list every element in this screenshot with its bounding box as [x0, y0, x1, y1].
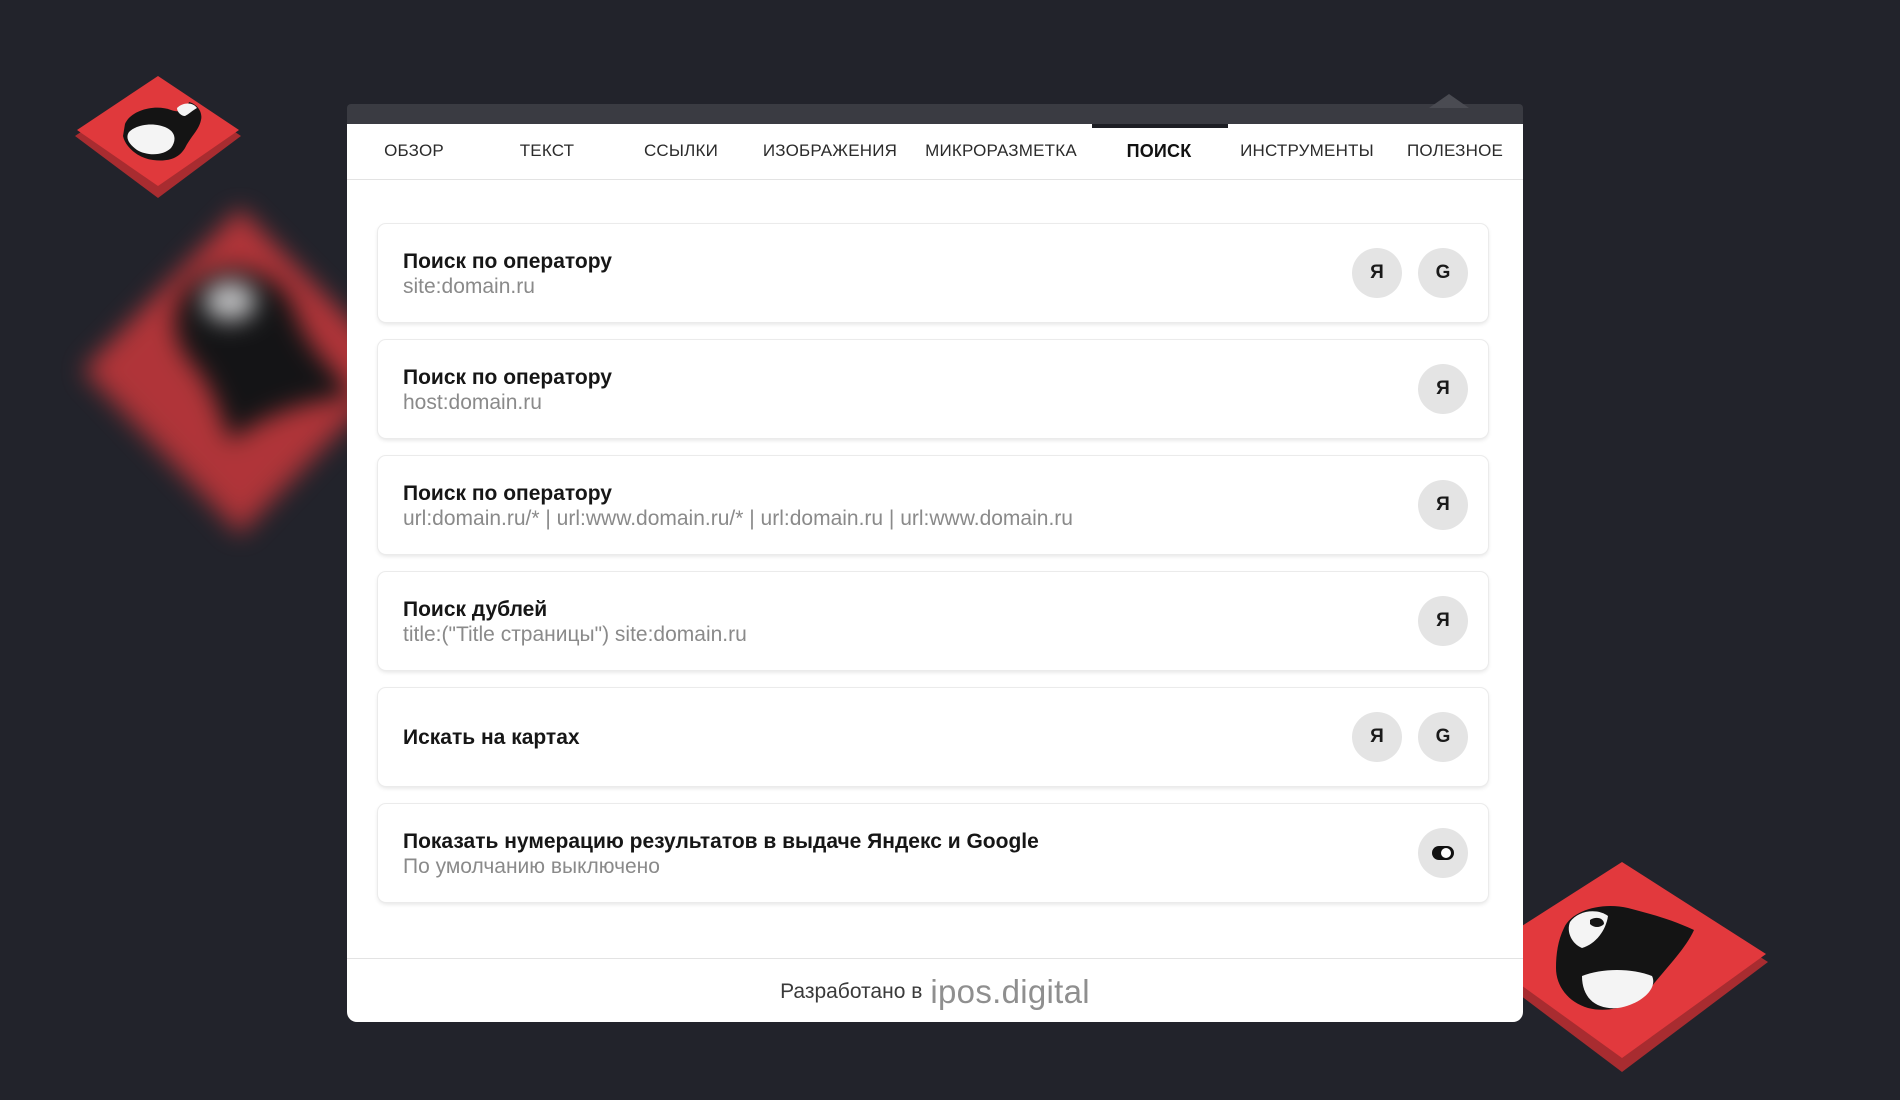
tab-images[interactable]: ИЗОБРАЖЕНИЯ	[763, 124, 897, 179]
card-title: Поиск по оператору	[403, 482, 612, 505]
card-query: url:domain.ru/* | url:www.domain.ru/* | …	[403, 507, 1073, 530]
card-title: Поиск дублей	[403, 598, 548, 621]
card-title: Поиск по оператору	[403, 250, 612, 273]
result-numbering-toggle-button[interactable]	[1418, 828, 1468, 878]
card-title: Поиск по оператору	[403, 366, 612, 389]
card-query: site:domain.ru	[403, 275, 535, 298]
google-search-button[interactable]: G	[1418, 248, 1468, 298]
popup-top-bar	[347, 104, 1523, 124]
tab-text[interactable]: ТЕКСТ	[520, 124, 575, 179]
result-numbering-card: Показать нумерацию результатов в выдаче …	[378, 804, 1488, 902]
card-title: Искать на картах	[403, 726, 580, 749]
footer-content: Разработано в ipos.digital	[347, 973, 1523, 1011]
footer-brand-link[interactable]: ipos.digital	[930, 973, 1090, 1010]
search-operator-host-card: Поиск по оператору host:domain.ru Я	[378, 340, 1488, 438]
tab-search[interactable]: ПОИСК	[1127, 124, 1192, 179]
yandex-search-button[interactable]: Я	[1418, 364, 1468, 414]
tab-overview[interactable]: ОБЗОР	[384, 124, 444, 179]
card-query: title:("Title страницы") site:domain.ru	[403, 623, 747, 646]
toggle-knob	[1441, 848, 1451, 858]
tab-links[interactable]: ССЫЛКИ	[644, 124, 718, 179]
extension-popup: ОБЗОР ТЕКСТ ССЫЛКИ ИЗОБРАЖЕНИЯ МИКРОРАЗМ…	[347, 94, 1523, 1022]
yandex-search-button[interactable]: Я	[1352, 248, 1402, 298]
bell-logo-icon	[71, 74, 245, 200]
card-query: host:domain.ru	[403, 391, 542, 414]
tab-markup[interactable]: МИКРОРАЗМЕТКА	[925, 124, 1077, 179]
maps-search-card: Искать на картах Я G	[378, 688, 1488, 786]
popup-panel: ОБЗОР ТЕКСТ ССЫЛКИ ИЗОБРАЖЕНИЯ МИКРОРАЗМ…	[347, 124, 1523, 1022]
toggle-switch-icon	[1432, 846, 1454, 860]
tab-tools[interactable]: ИНСТРУМЕНТЫ	[1240, 124, 1374, 179]
card-title: Показать нумерацию результатов в выдаче …	[403, 830, 1039, 853]
duplicate-search-card: Поиск дублей title:("Title страницы") si…	[378, 572, 1488, 670]
yandex-maps-button[interactable]: Я	[1352, 712, 1402, 762]
search-operator-site-card: Поиск по оператору site:domain.ru Я G	[378, 224, 1488, 322]
search-operator-url-card: Поиск по оператору url:domain.ru/* | url…	[378, 456, 1488, 554]
footer-credit-text: Разработано в	[780, 980, 923, 1003]
card-setting-status: По умолчанию выключено	[403, 855, 660, 878]
yandex-search-button[interactable]: Я	[1418, 596, 1468, 646]
google-maps-button[interactable]: G	[1418, 712, 1468, 762]
tab-useful[interactable]: ПОЛЕЗНОЕ	[1407, 124, 1503, 179]
footer: Разработано в ipos.digital	[347, 958, 1523, 1023]
tab-bar: ОБЗОР ТЕКСТ ССЫЛКИ ИЗОБРАЖЕНИЯ МИКРОРАЗМ…	[347, 124, 1523, 180]
popup-caret	[1429, 94, 1469, 108]
yandex-search-button[interactable]: Я	[1418, 480, 1468, 530]
